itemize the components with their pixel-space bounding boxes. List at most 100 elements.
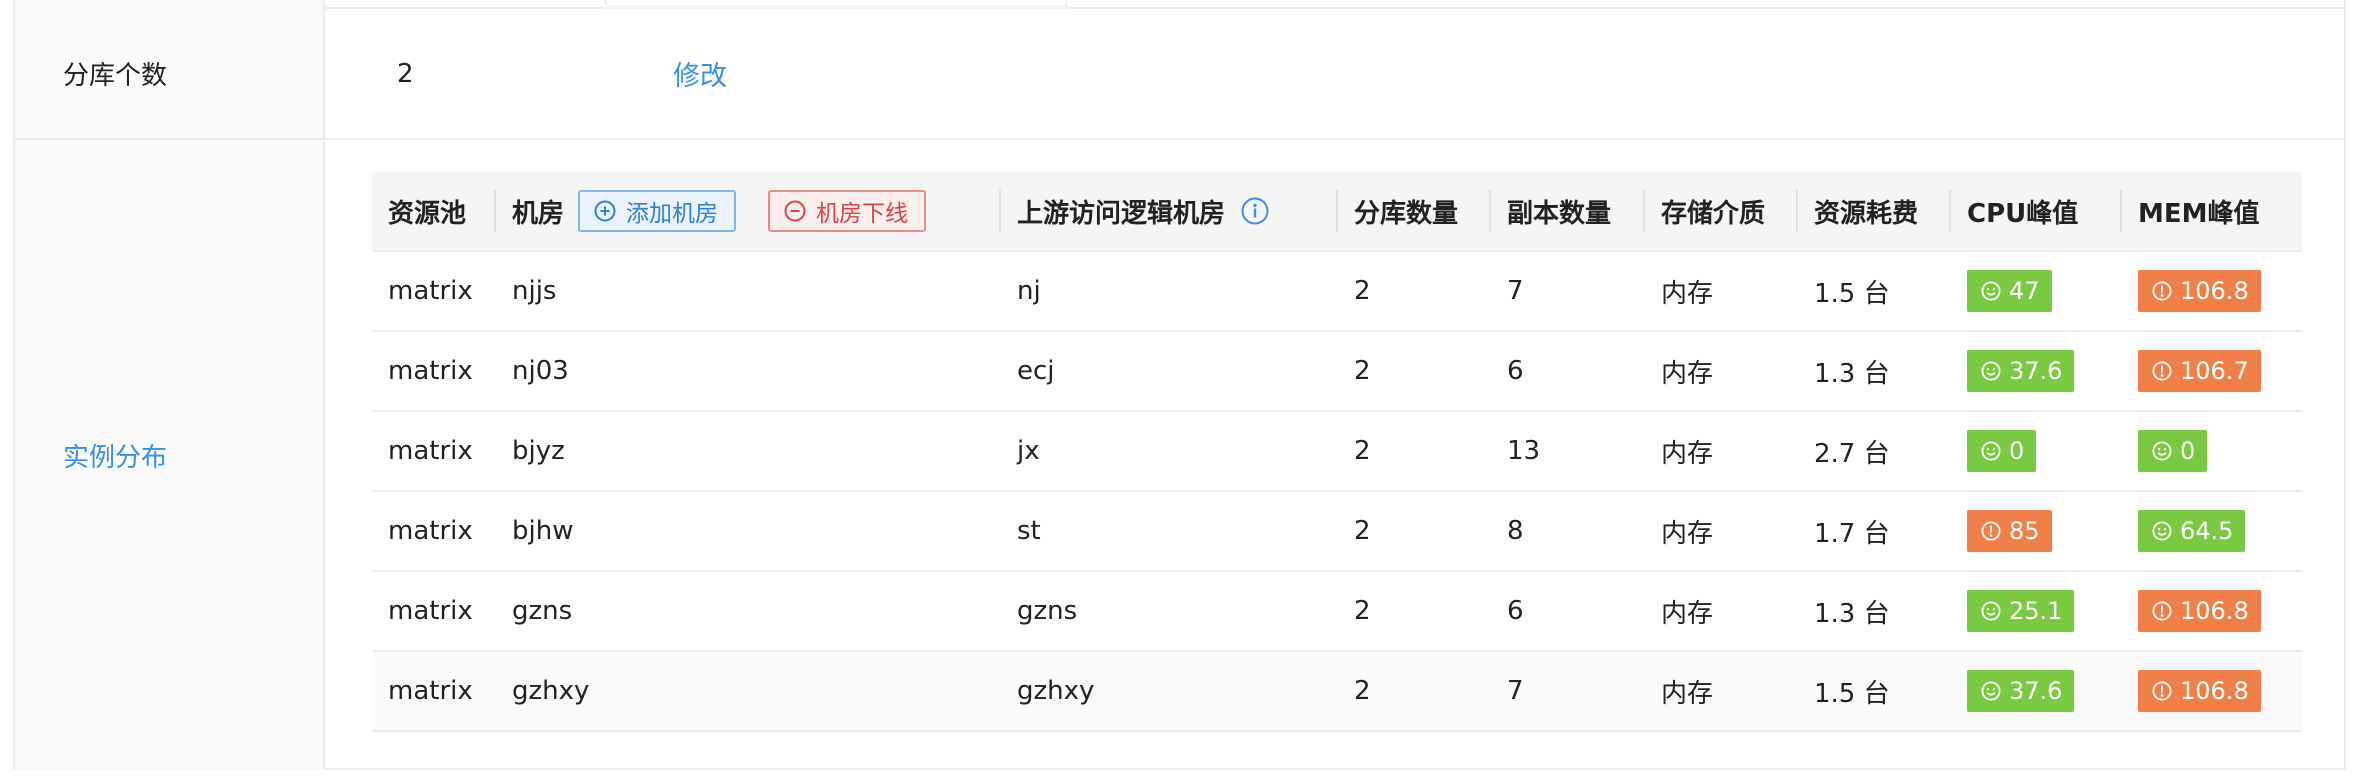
shard-count-label: 分库个数 xyxy=(15,9,325,138)
pool-value: matrix xyxy=(388,596,473,626)
mem-peak-tag: 106.8 xyxy=(2138,670,2261,712)
header-cpu: CPU峰值 xyxy=(1951,172,2078,250)
room-value: bjhw xyxy=(512,516,574,546)
cost-value: 1.3 台 xyxy=(1814,358,1890,389)
cell-upstream: jx xyxy=(1001,412,1040,490)
table-row: matrix gzhxy gzhxy 2 7 内存 1.5 台 37.6 106… xyxy=(372,652,2302,732)
upstream-value: jx xyxy=(1017,436,1040,466)
instance-distribution-label[interactable]: 实例分布 xyxy=(15,140,325,770)
plus-circle-icon xyxy=(594,200,616,222)
cell-cpu: 25.1 xyxy=(1951,572,2075,650)
cell-room: bjyz xyxy=(496,412,565,490)
table-row: matrix bjyz jx 2 13 内存 2.7 台 0 0 xyxy=(372,412,2302,492)
cell-pool: matrix xyxy=(372,572,473,650)
table-row: matrix bjhw st 2 8 内存 1.7 台 85 64.5 xyxy=(372,492,2302,572)
cell-upstream: nj xyxy=(1001,252,1041,330)
shard-count-cell-value: 2 xyxy=(1354,356,1371,386)
storage-value: 内存 xyxy=(1661,678,1714,709)
cell-upstream: ecj xyxy=(1001,332,1055,410)
header-storage: 存储介质 xyxy=(1645,172,1765,250)
cell-mem: 106.8 xyxy=(2122,652,2261,730)
shard-count-row: 分库个数 2 修改 xyxy=(15,9,2344,140)
cell-shard-count: 2 xyxy=(1338,652,1371,730)
pool-value: matrix xyxy=(388,356,473,386)
cpu-peak-value: 0 xyxy=(2009,437,2025,465)
header-replica-count-label: 副本数量 xyxy=(1507,198,1612,229)
mem-peak-value: 106.8 xyxy=(2180,677,2249,705)
cell-cost: 1.7 台 xyxy=(1798,492,1890,570)
upstream-value: st xyxy=(1017,516,1041,546)
mem-peak-value: 106.8 xyxy=(2180,597,2249,625)
cost-value: 1.7 台 xyxy=(1814,518,1890,549)
table-row: matrix njjs nj 2 7 内存 1.5 台 47 106.8 xyxy=(372,252,2302,332)
shard-count-cell-value: 2 xyxy=(1354,436,1371,466)
add-room-button[interactable]: 添加机房 xyxy=(578,190,737,232)
offline-room-label: 机房下线 xyxy=(816,201,909,227)
cell-replica-count: 7 xyxy=(1491,252,1524,330)
cell-shard-count: 2 xyxy=(1338,492,1371,570)
header-shard-count-label: 分库数量 xyxy=(1354,198,1459,229)
upstream-value: nj xyxy=(1017,276,1041,306)
header-replica-count: 副本数量 xyxy=(1491,172,1611,250)
cell-replica-count: 7 xyxy=(1491,652,1524,730)
config-panel: 分库个数 2 修改 实例分布 资源池 机房 添加机房 机房下线 上游访问逻辑机房… xyxy=(13,0,2346,770)
instance-table: 资源池 机房 添加机房 机房下线 上游访问逻辑机房 分库数量 副本数量 存储介质… xyxy=(372,172,2302,732)
smile-icon xyxy=(1981,681,2001,701)
shard-count-value: 2 xyxy=(397,58,414,89)
replica-count-value: 8 xyxy=(1507,516,1524,546)
pool-value: matrix xyxy=(388,436,473,466)
cell-cpu: 85 xyxy=(1951,492,2052,570)
cell-cpu: 47 xyxy=(1951,252,2052,330)
room-value: njjs xyxy=(512,276,557,306)
exclamation-circle-icon xyxy=(2152,601,2172,621)
cell-replica-count: 6 xyxy=(1491,572,1524,650)
exclamation-circle-icon xyxy=(2152,281,2172,301)
room-value: gzhxy xyxy=(512,676,590,706)
minus-circle-icon xyxy=(784,200,806,222)
info-circle-icon[interactable] xyxy=(1241,197,1269,225)
cpu-peak-tag: 25.1 xyxy=(1967,590,2075,632)
modify-shards-link[interactable]: 修改 xyxy=(673,9,727,138)
cell-storage: 内存 xyxy=(1645,332,1713,410)
cell-room: bjhw xyxy=(496,492,573,570)
cell-cost: 1.3 台 xyxy=(1798,332,1890,410)
table-row: matrix gzns gzns 2 6 内存 1.3 台 25.1 106.8 xyxy=(372,572,2302,652)
smile-icon xyxy=(1981,361,2001,381)
upstream-value: ecj xyxy=(1017,356,1055,386)
shard-count-cell-value: 2 xyxy=(1354,596,1371,626)
shard-count-cell-value: 2 xyxy=(1354,516,1371,546)
smile-icon xyxy=(1981,441,2001,461)
cell-shard-count: 2 xyxy=(1338,572,1371,650)
cell-room: njjs xyxy=(496,252,556,330)
replica-count-value: 6 xyxy=(1507,596,1524,626)
previous-row-edge xyxy=(15,0,2344,9)
cpu-peak-tag: 47 xyxy=(1967,270,2052,312)
cell-room: gzhxy xyxy=(496,652,589,730)
room-value: nj03 xyxy=(512,356,569,386)
cell-cost: 1.5 台 xyxy=(1798,252,1890,330)
table-body: matrix njjs nj 2 7 内存 1.5 台 47 106.8 mat… xyxy=(372,252,2302,732)
offline-room-button[interactable]: 机房下线 xyxy=(768,190,927,232)
cell-upstream: st xyxy=(1001,492,1041,570)
header-mem: MEM峰值 xyxy=(2122,172,2260,250)
cell-replica-count: 8 xyxy=(1491,492,1524,570)
cell-upstream: gzhxy xyxy=(1001,652,1094,730)
pool-value: matrix xyxy=(388,676,473,706)
cpu-peak-tag: 0 xyxy=(1967,430,2037,472)
cell-room: gzns xyxy=(496,572,572,650)
storage-value: 内存 xyxy=(1661,278,1714,309)
shard-count-cell-value: 2 xyxy=(1354,676,1371,706)
exclamation-circle-icon xyxy=(1981,521,2001,541)
cell-pool: matrix xyxy=(372,492,473,570)
previous-row-label-cell xyxy=(15,0,325,9)
header-storage-label: 存储介质 xyxy=(1661,198,1766,229)
cost-value: 2.7 台 xyxy=(1814,438,1890,469)
mem-peak-value: 0 xyxy=(2180,437,2196,465)
cell-mem: 106.8 xyxy=(2122,252,2261,330)
cell-cost: 1.5 台 xyxy=(1798,652,1890,730)
cpu-peak-value: 25.1 xyxy=(2009,597,2063,625)
smile-icon xyxy=(1981,281,2001,301)
header-shard-count: 分库数量 xyxy=(1338,172,1458,250)
cell-storage: 内存 xyxy=(1645,252,1713,330)
upstream-value: gzhxy xyxy=(1017,676,1095,706)
